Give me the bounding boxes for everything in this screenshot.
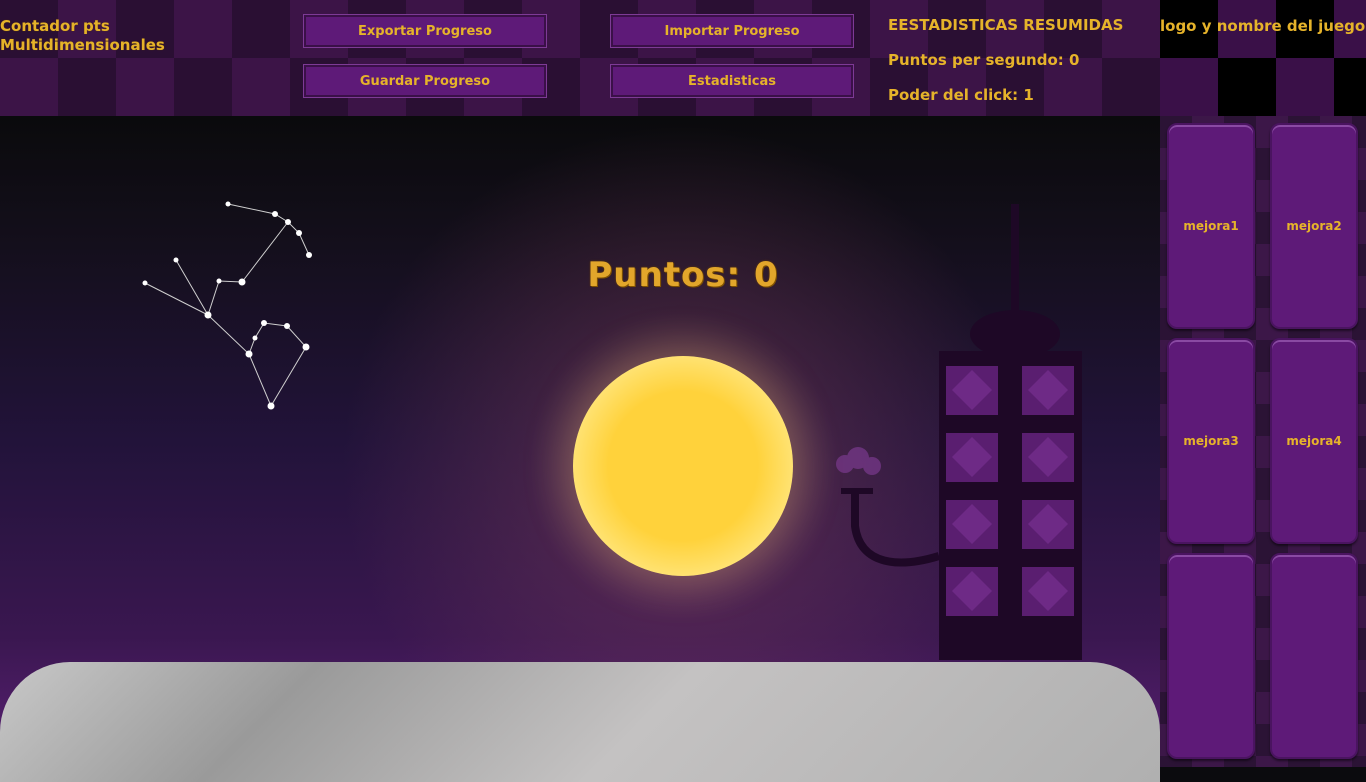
stars-icon	[142, 201, 312, 410]
upgrade-5-button[interactable]	[1167, 553, 1255, 759]
top-bar: Contador pts Multidimensionales Exportar…	[0, 0, 1160, 116]
click-sun-button[interactable]	[573, 356, 793, 576]
game-title: Contador pts Multidimensionales	[0, 17, 165, 54]
points-per-second: Puntos per segundo: 0	[888, 51, 1080, 69]
upgrade-1-button[interactable]: mejora1	[1167, 123, 1255, 329]
import-progress-button[interactable]: Importar Progreso	[610, 14, 854, 48]
upgrade-4-button[interactable]: mejora4	[1270, 338, 1358, 544]
statistics-button[interactable]: Estadisticas	[610, 64, 854, 98]
upgrade-6-button[interactable]	[1270, 553, 1358, 759]
save-progress-button[interactable]: Guardar Progreso	[303, 64, 547, 98]
constellation-icon	[144, 203, 310, 408]
export-progress-button[interactable]: Exportar Progreso	[303, 14, 547, 48]
summary-stats-heading: EESTADISTICAS RESUMIDAS	[888, 16, 1124, 34]
logo-area: logo y nombre del juego	[1160, 0, 1366, 116]
click-power: Poder del click: 1	[888, 86, 1034, 104]
upgrade-2-button[interactable]: mejora2	[1270, 123, 1358, 329]
upgrade-3-button[interactable]: mejora3	[1167, 338, 1255, 544]
ground	[0, 662, 1160, 782]
logo-text: logo y nombre del juego	[1160, 17, 1366, 35]
